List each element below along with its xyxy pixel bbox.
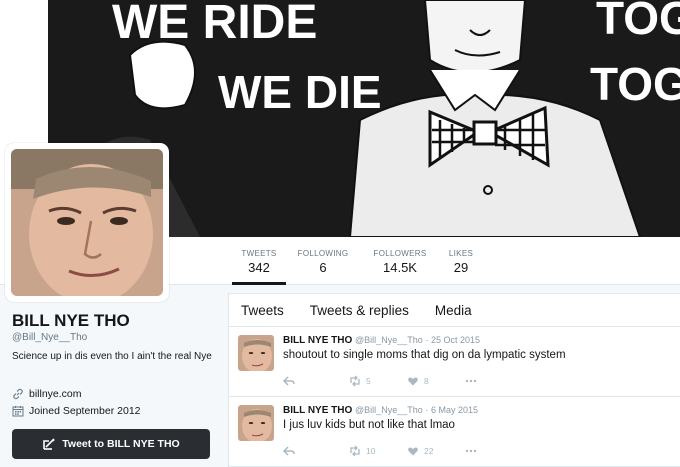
reply-icon <box>283 376 295 386</box>
joined-text: Joined September 2012 <box>29 405 141 417</box>
stat-following-label: FOLLOWING <box>297 249 349 258</box>
timeline: Tweets Tweets & replies Media BILL NYE T… <box>228 293 680 467</box>
avatar-image <box>11 149 163 296</box>
stat-followers[interactable]: FOLLOWERS 14.5K <box>369 237 431 285</box>
tweet-avatar[interactable] <box>238 335 274 371</box>
reply-button[interactable] <box>283 375 300 387</box>
retweet-count: 10 <box>366 446 376 456</box>
tweet-author-name[interactable]: BILL NYE THO <box>283 405 352 416</box>
retweet-icon <box>350 445 360 457</box>
tweet-to-button[interactable]: Tweet to BILL NYE THO <box>12 429 210 459</box>
stat-tweets-value: 342 <box>248 260 270 275</box>
tweet-date[interactable]: · 25 Oct 2015 <box>426 335 481 345</box>
stat-following-value: 6 <box>319 260 327 275</box>
banner-text-right1: TOG <box>596 0 680 44</box>
tweet-item[interactable]: BILL NYE THO @Bill_Nye__Tho · 6 May 2015… <box>229 397 680 467</box>
profile-joined: Joined September 2012 <box>12 405 141 417</box>
retweet-button[interactable]: 5 <box>349 375 371 387</box>
link-icon <box>13 388 23 400</box>
heart-icon <box>408 377 418 386</box>
stat-tweets[interactable]: TWEETS 342 <box>232 237 286 285</box>
timeline-tabs: Tweets Tweets & replies Media <box>229 294 680 327</box>
heart-icon <box>408 447 418 456</box>
stat-followers-value: 14.5K <box>383 260 417 275</box>
like-count: 8 <box>424 376 429 386</box>
more-icon <box>465 379 477 383</box>
tweet-item[interactable]: BILL NYE THO @Bill_Nye__Tho · 25 Oct 201… <box>229 327 680 397</box>
profile-website: billnye.com <box>12 388 82 400</box>
banner-text-line2: WE DIE <box>218 66 382 118</box>
tweet-header: BILL NYE THO @Bill_Nye__Tho · 25 Oct 201… <box>283 335 480 346</box>
website-link[interactable]: billnye.com <box>29 388 82 400</box>
retweet-icon <box>350 375 360 387</box>
profile-name: BILL NYE THO <box>12 311 130 330</box>
more-button[interactable] <box>465 445 482 457</box>
tab-media[interactable]: Media <box>435 303 472 318</box>
tweet-text: shoutout to single moms that dig on da l… <box>283 349 566 361</box>
stat-likes-value: 29 <box>453 260 469 275</box>
tweet-author-name[interactable]: BILL NYE THO <box>283 335 352 346</box>
stat-likes-label: LIKES <box>448 249 474 258</box>
tweet-date[interactable]: · 6 May 2015 <box>426 405 479 415</box>
profile-bio: Science up in dis even tho I ain't the r… <box>12 351 212 362</box>
tweet-author-handle[interactable]: @Bill_Nye__Tho <box>355 335 423 345</box>
tweet-avatar[interactable] <box>238 405 274 441</box>
calendar-icon <box>12 406 24 417</box>
reply-icon <box>283 446 295 456</box>
profile-handle[interactable]: @Bill_Nye__Tho <box>12 332 87 343</box>
retweet-count: 5 <box>366 376 371 386</box>
retweet-button[interactable]: 10 <box>349 445 375 457</box>
banner-text-right2: TOG <box>590 58 680 110</box>
like-count: 22 <box>424 446 434 456</box>
tab-tweets[interactable]: Tweets <box>241 303 284 318</box>
more-button[interactable] <box>465 375 482 387</box>
tweet-header: BILL NYE THO @Bill_Nye__Tho · 6 May 2015 <box>283 405 478 416</box>
reply-button[interactable] <box>283 445 300 457</box>
like-button[interactable]: 8 <box>407 375 429 387</box>
tweet-author-handle[interactable]: @Bill_Nye__Tho <box>355 405 423 415</box>
stat-likes[interactable]: LIKES 29 <box>446 237 476 285</box>
tab-tweets-replies[interactable]: Tweets & replies <box>310 303 409 318</box>
banner-text-line1: WE RIDE <box>112 0 317 49</box>
tweet-actions: 5 8 <box>283 375 493 389</box>
tweet-to-label: Tweet to BILL NYE THO <box>62 438 180 450</box>
tweet-actions: 10 22 <box>283 445 493 459</box>
stat-tweets-label: TWEETS <box>241 249 277 258</box>
compose-icon <box>43 438 55 450</box>
stat-following[interactable]: FOLLOWING 6 <box>294 237 352 285</box>
profile-page: WE RIDE WE DIE TOG TOG TWEETS 342 FOLLOW… <box>0 0 680 467</box>
more-icon <box>465 449 477 453</box>
tweet-text: I jus luv kids but not like that lmao <box>283 419 455 431</box>
like-button[interactable]: 22 <box>407 445 433 457</box>
profile-avatar[interactable] <box>5 143 169 302</box>
stat-followers-label: FOLLOWERS <box>373 249 427 258</box>
